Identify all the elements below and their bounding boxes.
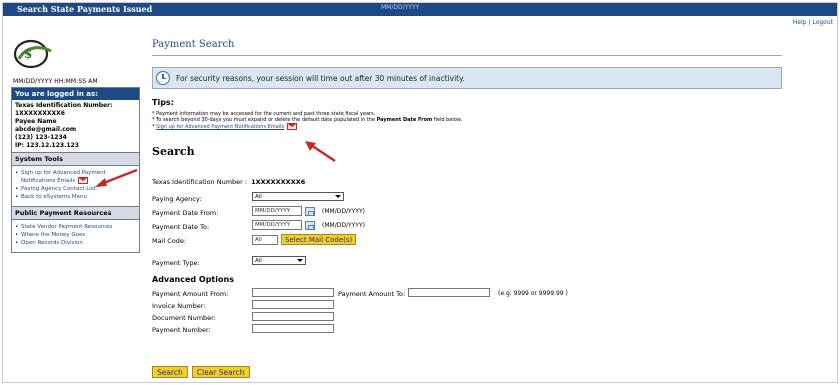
page-title: Payment Search [152,39,235,50]
title-divider [152,55,782,56]
paying-agency-label: Paying Agency: [152,195,202,203]
payment-type-row: Payment Type: All [152,256,782,269]
date-format-hint: (MM/DD/YYYY) [322,221,365,229]
sidebar: $ MM/DD/YYYY HH:MM:SS AM You are logged … [11,39,140,253]
tips-signup-link[interactable]: Sign up for Advanced Payment Notificatio… [156,124,284,130]
logged-in-heading: You are logged in as: [12,88,139,100]
list-item: • Open Records Division [15,240,83,247]
search-tin: Texas Identification Number :1XXXXXXXXX6 [152,178,782,186]
session-datetime: MM/DD/YYYY HH:MM:SS AM [13,78,98,85]
date-to-row: Payment Date To: MM/DD/YYYY (MM/DD/YYYY) [152,220,782,233]
clear-search-button[interactable]: Clear Search [191,366,250,378]
header-separator: | [808,19,811,26]
date-to-label: Payment Date To: [152,223,210,231]
payment-number-label: Payment Number: [152,326,211,334]
amount-to-label: Payment Amount To: [338,290,406,298]
mail-code-input[interactable]: All [252,234,278,245]
clock-icon [156,71,170,85]
date-from-row: Payment Date From: MM/DD/YYYY (MM/DD/YYY… [152,206,782,219]
where-money-goes-link[interactable]: Where the Money Goes [21,232,85,239]
date-to-input[interactable]: MM/DD/YYYY [252,220,302,230]
user-ip: IP: 123.12.123.123 [15,142,79,149]
paying-agency-select[interactable]: All [252,192,344,201]
calendar-icon[interactable] [305,206,315,216]
open-records-link[interactable]: Open Records Division [21,240,83,247]
payee-name: Payee Name [15,118,57,125]
header: Search State Payments Issued MM/DD/YYYY … [3,3,837,29]
paying-agency-row: Paying Agency: All [152,192,782,205]
payment-type-label: Payment Type: [152,259,200,267]
invoice-label: Invoice Number: [152,302,206,310]
agency-contact-list-link[interactable]: Paying Agency Contact List [21,186,96,193]
user-phone: (123) 123-1234 [15,134,67,141]
date-format-hint: (MM/DD/YYYY) [322,207,365,215]
annotation-arrow-sidebar [95,168,138,187]
amount-from-label: Payment Amount From: [152,290,229,298]
list-item: • Where the Money Goes [15,232,86,239]
main-content: Payment Search For security reasons, you… [152,39,782,337]
comptroller-logo: $ [13,39,59,69]
search-heading: Search [152,145,195,158]
timeout-notice: For security reasons, your session will … [152,67,782,89]
payment-number-input[interactable] [252,324,334,333]
help-link[interactable]: Help [793,19,807,26]
date-from-label: Payment Date From: [152,209,219,217]
email-icon [287,123,298,130]
public-resources-list: • State Vendor Payment Resources • Where… [12,220,139,252]
payment-number-row: Payment Number: [152,324,782,337]
mail-code-row: Mail Code: All Select Mail Code(s) [152,234,782,247]
search-tin-value: 1XXXXXXXXX6 [251,178,306,186]
user-email: abcde@gmail.com [15,126,77,133]
timeout-notice-text: For security reasons, your session will … [176,73,465,83]
payment-type-select[interactable]: All [252,256,306,265]
vendor-payment-resources-link[interactable]: State Vendor Payment Resources [21,224,112,231]
amount-to-input[interactable] [408,288,490,297]
email-icon [78,177,89,184]
amount-from-input[interactable] [252,288,334,297]
chevron-down-icon [335,195,341,198]
document-label: Document Number: [152,314,216,322]
list-item: • State Vendor Payment Resources [15,224,113,231]
user-details: Texas Identification Number: 1XXXXXXXXX6… [12,100,139,152]
tin-value: 1XXXXXXXXX6 [15,110,65,117]
public-resources-heading: Public Payment Resources [12,206,139,220]
browser-frame: Search State Payments Issued MM/DD/YYYY … [2,2,838,383]
invoice-number-input[interactable] [252,300,334,309]
date-from-input[interactable]: MM/DD/YYYY [252,206,302,216]
app-title: Search State Payments Issued [17,4,153,14]
system-tools-heading: System Tools [12,152,139,166]
mail-code-label: Mail Code: [152,237,187,245]
calendar-icon[interactable] [305,220,315,230]
document-number-input[interactable] [252,312,334,321]
tip-item: * Sign up for Advanced Payment Notificat… [152,123,782,130]
logout-link[interactable]: Logout [812,19,833,26]
form-actions: Search Clear Search [152,366,250,378]
list-item: • Back to eSystems Menu [15,194,87,201]
svg-text:$: $ [24,47,32,61]
title-bar: Search State Payments Issued MM/DD/YYYY [3,3,837,16]
advanced-options-heading: Advanced Options [152,275,234,284]
search-button[interactable]: Search [152,366,188,378]
search-tin-label: Texas Identification Number : [152,178,248,186]
tips-list: * Payment information may be accessed fo… [152,111,782,130]
tin-label: Texas Identification Number: [15,102,113,109]
header-date: MM/DD/YYYY [381,4,420,11]
chevron-down-icon [297,259,303,262]
amount-format-hint: (e.g. 9999 or 9999.99 ) [498,290,568,297]
esystems-menu-link[interactable]: Back to eSystems Menu [21,194,87,201]
annotation-arrow-tips [305,141,336,162]
header-links: Help | Logout [793,19,833,26]
select-mail-code-button[interactable]: Select Mail Code(s) [281,234,357,245]
tips-heading: Tips: [152,98,174,107]
